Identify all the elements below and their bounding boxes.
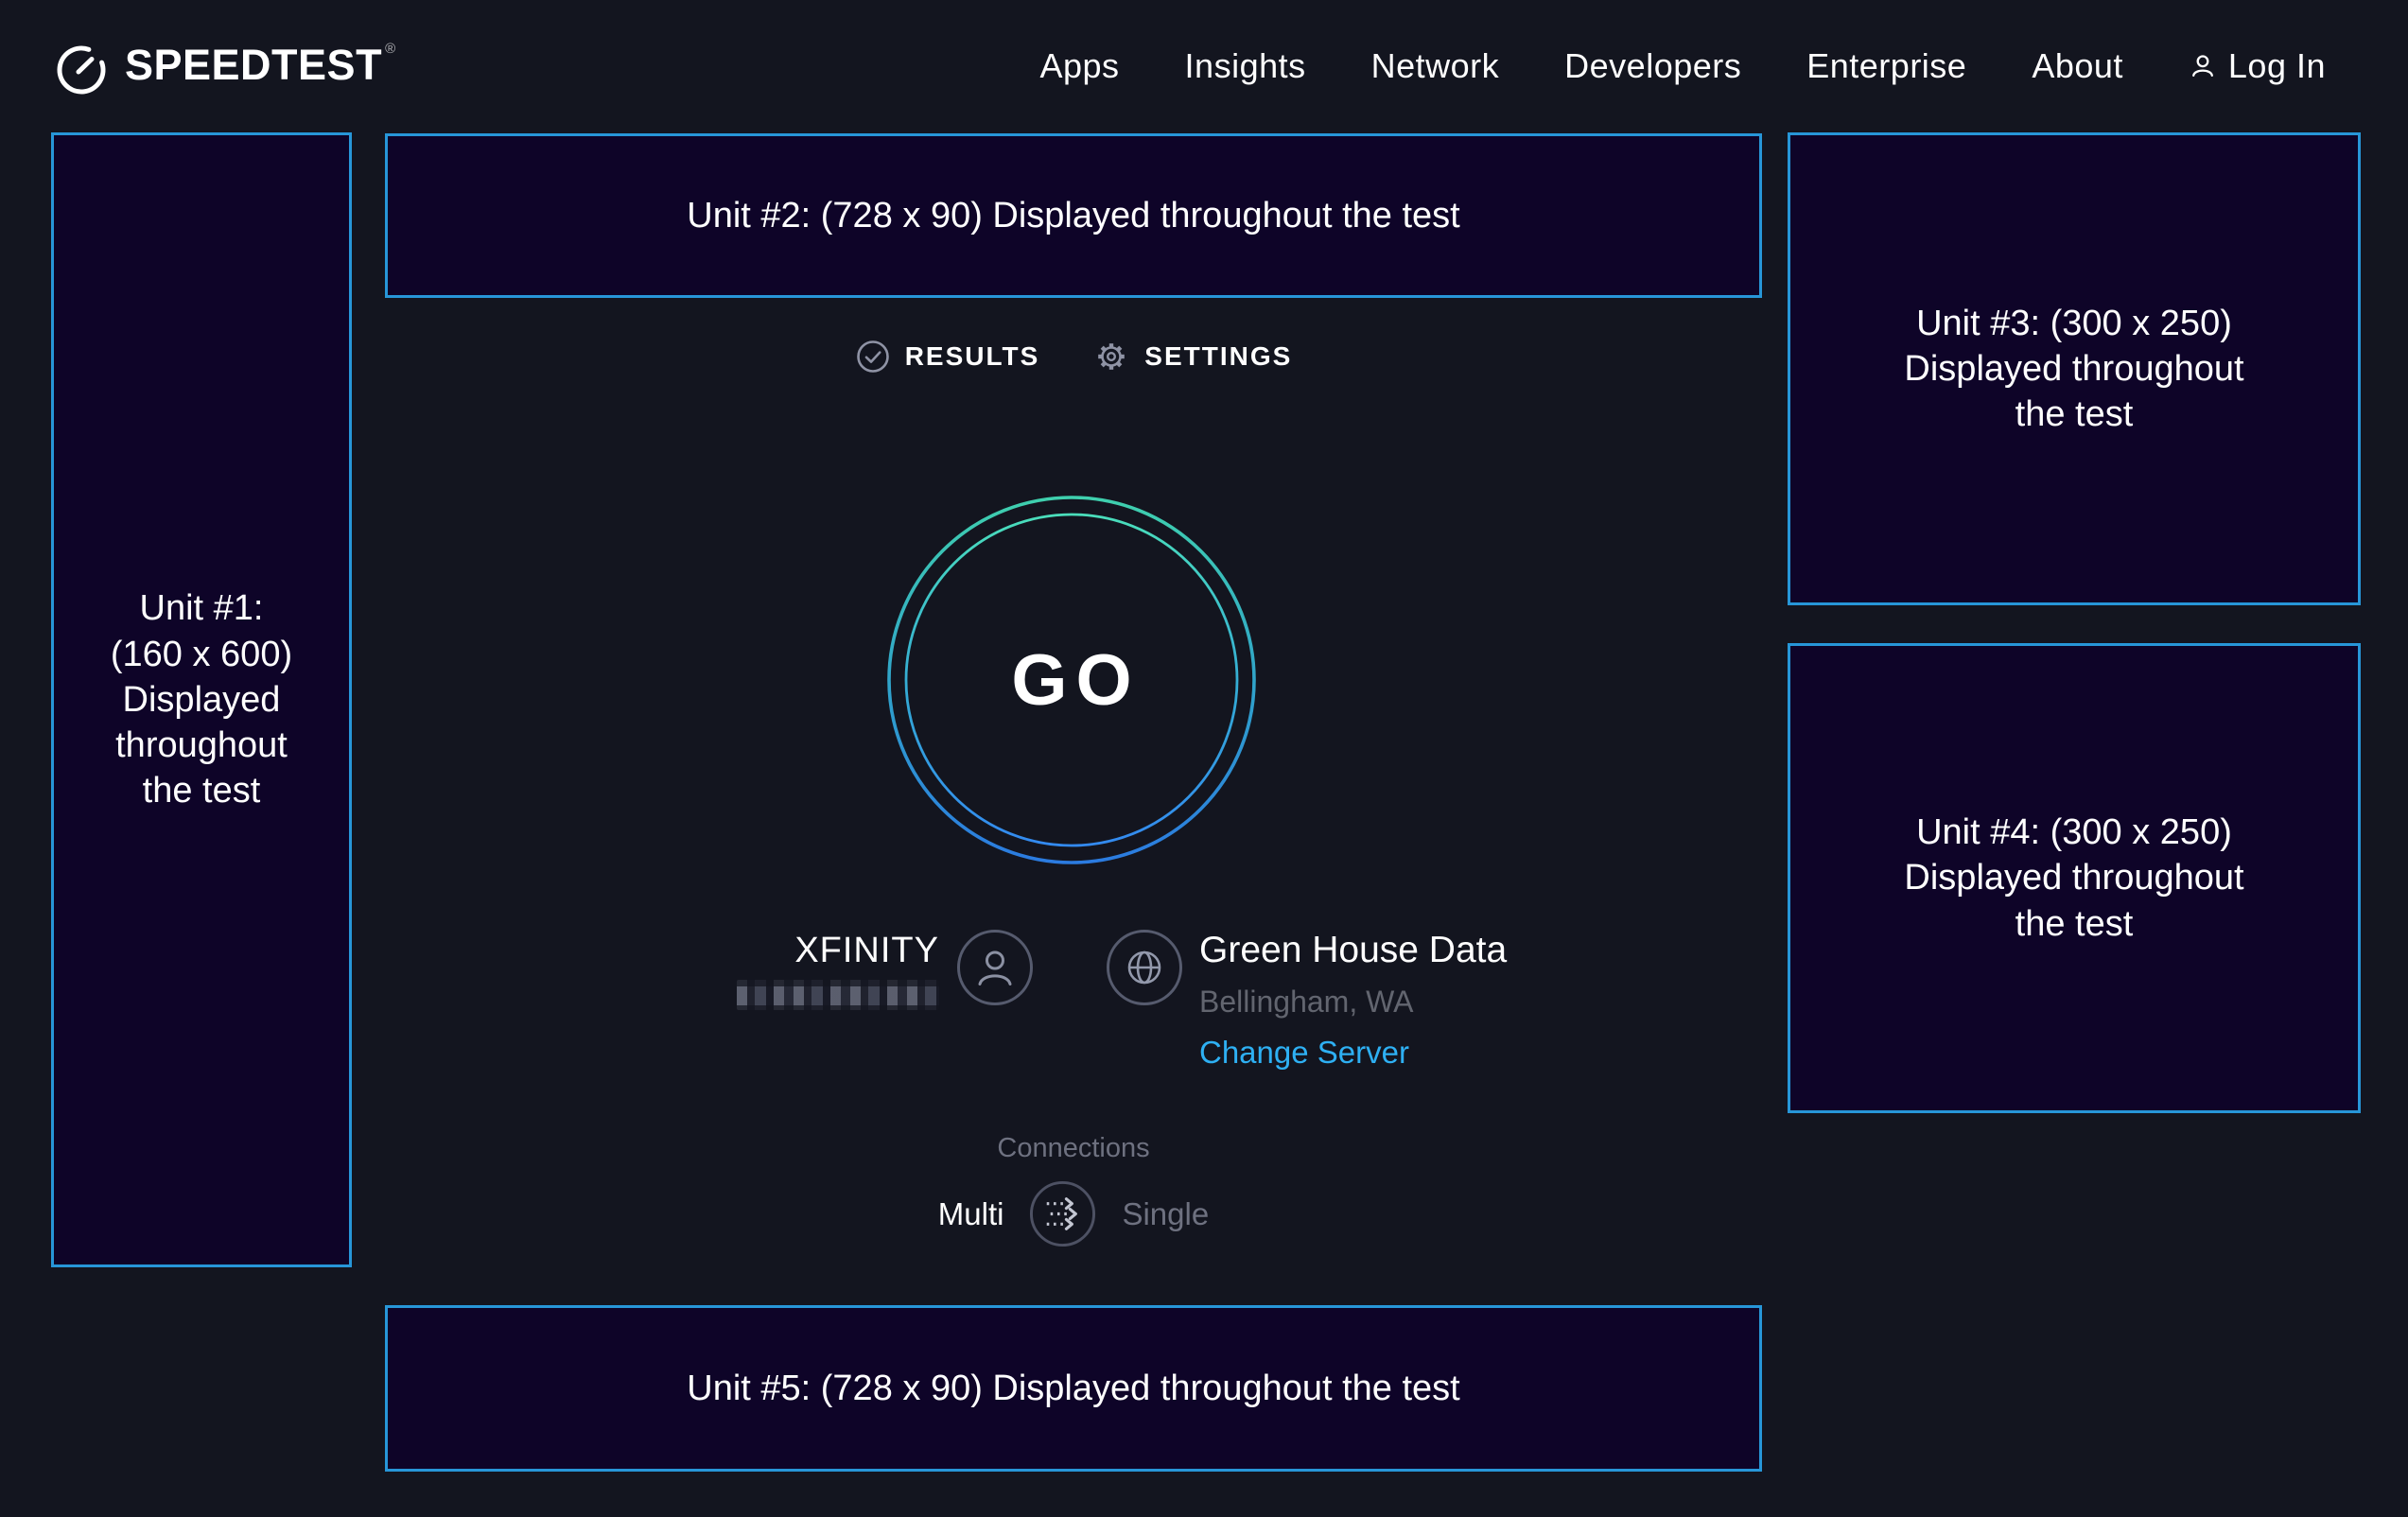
ad-unit-3[interactable]: Unit #3: (300 x 250) Displayed throughou… (1788, 132, 2361, 605)
change-server-link[interactable]: Change Server (1199, 1035, 1507, 1071)
go-button-label: GO (886, 495, 1257, 865)
isp-user-icon (956, 929, 1034, 1006)
tab-results-label: RESULTS (905, 341, 1040, 372)
tab-results[interactable]: RESULTS (855, 338, 1040, 375)
login-label: Log In (2228, 46, 2326, 86)
connections-single-option[interactable]: Single (1122, 1196, 1209, 1232)
isp-text: XFINITY (737, 930, 939, 1010)
ad-unit-2-label: Unit #2: (728 x 90) Displayed throughout… (687, 193, 1459, 238)
main-nav: Apps Insights Network Developers Enterpr… (1039, 46, 2326, 86)
connections-mode-toggle[interactable] (1028, 1179, 1097, 1248)
isp-name: XFINITY (794, 930, 939, 971)
top-nav-bar: SPEEDTEST ® Apps Insights Network Develo… (0, 0, 2408, 132)
tab-settings[interactable]: SETTINGS (1092, 338, 1292, 375)
ad-unit-3-label: Unit #3: (300 x 250) Displayed throughou… (1904, 301, 2243, 438)
nav-item-network[interactable]: Network (1371, 46, 1500, 86)
multi-connection-arrows-icon (1028, 1179, 1097, 1248)
logo-trademark: ® (385, 35, 395, 63)
nav-item-insights[interactable]: Insights (1185, 46, 1306, 86)
server-text: Green House Data Bellingham, WA Change S… (1199, 930, 1507, 1071)
ad-unit-2[interactable]: Unit #2: (728 x 90) Displayed throughout… (385, 133, 1762, 298)
censored-ip-address (737, 980, 939, 1010)
globe-icon (1106, 929, 1183, 1006)
isp-block: XFINITY (737, 914, 1034, 1010)
results-settings-tabs: RESULTS (385, 338, 1762, 375)
connections-multi-option[interactable]: Multi (938, 1196, 1004, 1232)
ad-unit-5[interactable]: Unit #5: (728 x 90) Displayed throughout… (385, 1305, 1762, 1472)
user-icon (2189, 52, 2217, 80)
server-name: Green House Data (1199, 930, 1507, 971)
connection-info-row: XFINITY Green House Data Bellingham, WA … (385, 914, 1762, 1084)
ad-unit-1-label: Unit #1: (160 x 600) Displayed throughou… (111, 585, 292, 813)
nav-item-about[interactable]: About (2032, 46, 2123, 86)
check-circle-icon (855, 339, 891, 375)
go-button[interactable]: GO (886, 495, 1257, 865)
speedtest-logo[interactable]: SPEEDTEST ® (51, 35, 395, 97)
server-location: Bellingham, WA (1199, 985, 1507, 1020)
nav-item-enterprise[interactable]: Enterprise (1806, 46, 1966, 86)
logo-wordmark: SPEEDTEST (125, 35, 382, 96)
speedtest-gauge-icon (51, 37, 112, 97)
ad-unit-4-label: Unit #4: (300 x 250) Displayed throughou… (1904, 810, 2243, 947)
connections-section: Connections Multi Single (385, 1131, 1762, 1248)
gear-icon (1092, 338, 1130, 375)
speedtest-page: SPEEDTEST ® Apps Insights Network Develo… (0, 0, 2408, 1517)
login-button[interactable]: Log In (2189, 46, 2326, 86)
connections-heading: Connections (385, 1131, 1762, 1165)
nav-item-developers[interactable]: Developers (1564, 46, 1741, 86)
nav-item-apps[interactable]: Apps (1039, 46, 1119, 86)
ad-unit-4[interactable]: Unit #4: (300 x 250) Displayed throughou… (1788, 643, 2361, 1113)
ad-unit-1[interactable]: Unit #1: (160 x 600) Displayed throughou… (51, 132, 352, 1267)
server-block: Green House Data Bellingham, WA Change S… (1106, 914, 1507, 1071)
ad-unit-5-label: Unit #5: (728 x 90) Displayed throughout… (687, 1366, 1459, 1411)
tab-settings-label: SETTINGS (1144, 341, 1292, 372)
connections-toggle-row: Multi Single (385, 1179, 1762, 1248)
